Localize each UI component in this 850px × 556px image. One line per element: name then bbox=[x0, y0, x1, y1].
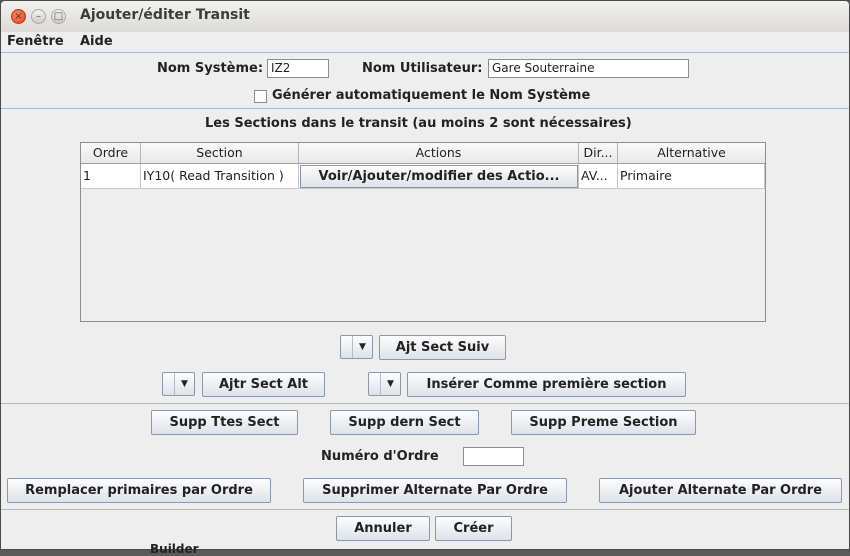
close-window-button[interactable]: × bbox=[11, 9, 26, 24]
create-button[interactable]: Créer bbox=[435, 516, 512, 541]
footer-separator bbox=[1, 509, 849, 510]
table-cell-direction[interactable]: AV... bbox=[579, 164, 618, 189]
system-name-field[interactable]: IZ2 bbox=[267, 59, 329, 78]
add-next-section-button[interactable]: Ajt Sect Suiv bbox=[379, 335, 506, 360]
background-window-text: Builder bbox=[150, 542, 199, 556]
table-cell-alternative[interactable]: Primaire bbox=[618, 164, 765, 189]
table-cell-section[interactable]: IY10( Read Transition ) bbox=[141, 164, 299, 189]
next-section-combo[interactable]: ▼ bbox=[340, 335, 373, 359]
delete-alternate-by-order-button[interactable]: Supprimer Alternate Par Ordre bbox=[303, 478, 567, 503]
user-name-field[interactable]: Gare Souterraine bbox=[488, 59, 689, 78]
menu-aide[interactable]: Aide bbox=[80, 34, 113, 49]
minimize-icon: – bbox=[36, 11, 41, 22]
maximize-window-button[interactable]: □ bbox=[51, 9, 66, 24]
sections-heading: Les Sections dans le transit (au moins 2… bbox=[205, 116, 632, 131]
menu-separator bbox=[1, 52, 849, 53]
add-alternate-by-order-button[interactable]: Ajouter Alternate Par Ordre bbox=[599, 478, 842, 503]
add-edit-transit-window: × – □ Ajouter/éditer Transit Fenêtre Aid… bbox=[0, 0, 850, 550]
column-header-section[interactable]: Section bbox=[141, 143, 299, 164]
view-add-edit-actions-button[interactable]: Voir/Ajouter/modifier des Actio... bbox=[300, 165, 578, 188]
column-header-direction[interactable]: Dir... bbox=[579, 143, 618, 164]
system-name-label: Nom Système: bbox=[157, 61, 264, 76]
auto-generate-checkbox[interactable] bbox=[254, 90, 267, 103]
minimize-window-button[interactable]: – bbox=[31, 9, 46, 24]
column-header-actions[interactable]: Actions bbox=[299, 143, 579, 164]
first-section-combo[interactable]: ▼ bbox=[368, 372, 401, 396]
user-name-label: Nom Utilisateur: bbox=[362, 61, 483, 76]
add-alt-section-button[interactable]: Ajtr Sect Alt bbox=[202, 372, 325, 397]
controls-separator bbox=[1, 403, 849, 404]
menu-fenetre[interactable]: Fenêtre bbox=[7, 34, 64, 49]
chevron-down-icon: ▼ bbox=[352, 336, 372, 358]
window-title: Ajouter/éditer Transit bbox=[80, 7, 250, 23]
order-number-label: Numéro d'Ordre bbox=[321, 449, 439, 464]
table-cell-order[interactable]: 1 bbox=[81, 164, 141, 189]
insert-first-section-button[interactable]: Insérer Comme première section bbox=[407, 372, 686, 397]
column-header-alternative[interactable]: Alternative bbox=[618, 143, 765, 164]
delete-all-sections-button[interactable]: Supp Ttes Sect bbox=[151, 410, 298, 435]
close-icon: × bbox=[14, 11, 23, 22]
cancel-button[interactable]: Annuler bbox=[336, 516, 430, 541]
order-number-field[interactable] bbox=[463, 447, 524, 466]
menu-bar: Fenêtre Aide bbox=[1, 32, 849, 52]
chevron-down-icon: ▼ bbox=[174, 373, 194, 395]
delete-first-section-button[interactable]: Supp Preme Section bbox=[511, 410, 696, 435]
form-separator bbox=[1, 108, 849, 109]
replace-primary-by-order-button[interactable]: Remplacer primaires par Ordre bbox=[7, 478, 271, 503]
sections-table[interactable]: Ordre Section Actions Dir... Alternative… bbox=[80, 142, 766, 322]
maximize-icon: □ bbox=[53, 11, 64, 22]
auto-generate-label: Générer automatiquement le Nom Système bbox=[272, 88, 591, 103]
column-header-order[interactable]: Ordre bbox=[81, 143, 141, 164]
delete-last-section-button[interactable]: Supp dern Sect bbox=[330, 410, 479, 435]
title-bar[interactable]: × – □ Ajouter/éditer Transit bbox=[1, 1, 849, 33]
alt-section-combo[interactable]: ▼ bbox=[162, 372, 195, 396]
chevron-down-icon: ▼ bbox=[380, 373, 400, 395]
